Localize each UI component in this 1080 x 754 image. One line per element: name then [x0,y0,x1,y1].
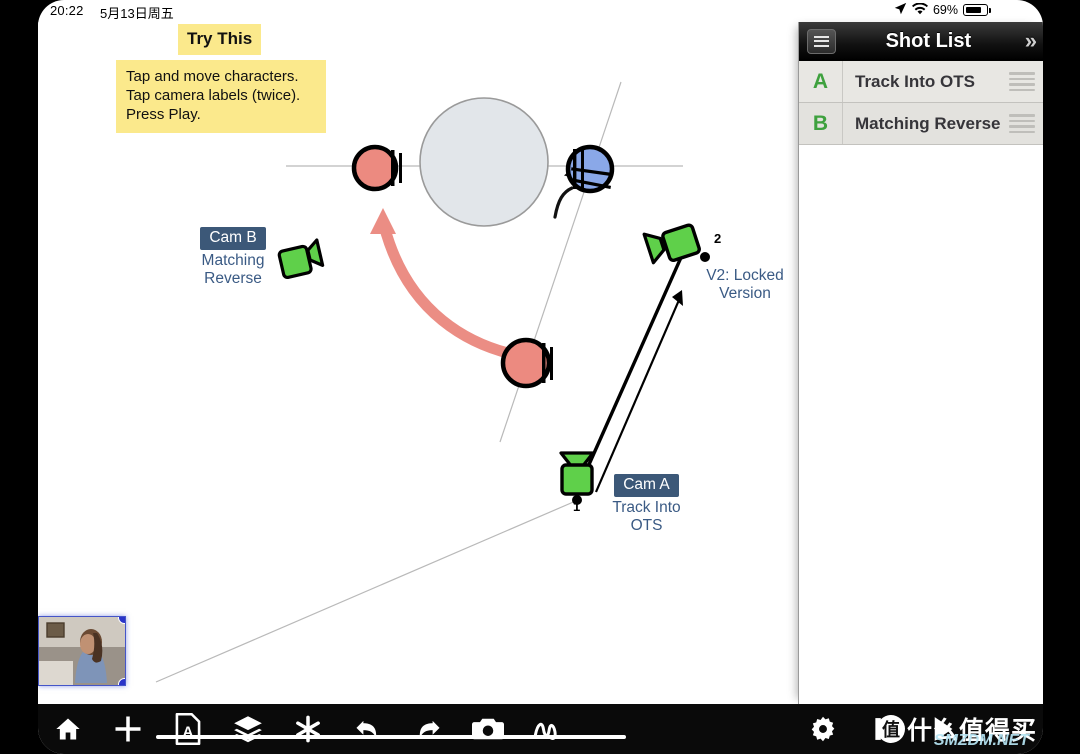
plus-icon[interactable] [98,704,158,754]
camera-dolly-path [577,243,689,488]
camera-b-icon [277,238,325,280]
svg-text:A: A [183,724,194,740]
storyboard-canvas[interactable]: Try This Tap and move characters. Tap ca… [38,22,798,704]
blue-character-rotate-arrow [553,186,574,219]
battery-icon [963,4,991,16]
table-circle [419,97,549,227]
status-bar-date: 5月13日周五 [100,6,174,21]
character-blue [565,144,615,194]
shot-title: Matching Reverse [855,113,1001,133]
undo-icon[interactable] [338,704,398,754]
text-document-icon[interactable]: A [158,704,218,754]
version-label[interactable]: V2: Locked Version [690,267,798,303]
shot-letter: A [812,69,829,93]
redo-icon[interactable] [398,704,458,754]
shot-list-row[interactable]: B Matching Reverse [799,103,1043,145]
shot-list-header: Shot List » [799,22,1043,61]
cam-b-label-group[interactable]: Cam B Matching Reverse [183,227,283,287]
camera-a-icon [559,451,595,505]
status-bar: 20:22 5月13日周五 69% [38,0,1043,22]
shot-title: Track Into OTS [855,71,975,91]
try-this-note-title[interactable]: Try This [178,24,262,55]
character-red-upper [351,144,402,192]
camera-position-2-dot [700,252,710,262]
frame-range: 1 2 [973,704,1043,754]
camera-position-2-icon [642,223,701,265]
gear-icon[interactable] [793,704,853,754]
camera-point-2-number: 2 [714,231,722,246]
frame-end-label: 2 [1019,721,1027,737]
guide-line-diagonal-lower [155,499,579,683]
location-arrow-icon [894,2,907,18]
camera-point-1-number: 1 [573,499,581,514]
cam-a-label-group[interactable]: Cam A Track Into OTS [594,474,699,534]
asterisk-icon[interactable] [278,704,338,754]
shot-list-row[interactable]: A Track Into OTS [799,61,1043,103]
shot-letter: B [812,111,829,135]
cam-b-chip[interactable]: Cam B [200,227,266,250]
thumbnail-resize-handle-bottom-right[interactable] [118,678,125,685]
frame-start-label: 1 [989,721,997,737]
shot-list-panel: Shot List » A Track Into OTS B Matching Rev… [798,22,1043,704]
bottom-toolbar: A 1 2 [38,704,1043,754]
shot-list-rows: A Track Into OTS B Matching Reverse [799,61,1043,145]
cam-a-chip[interactable]: Cam A [614,474,679,497]
pause-icon[interactable] [853,704,913,754]
character-move-arrowhead [370,208,396,234]
wifi-icon [911,2,928,18]
squiggle-icon[interactable] [518,704,578,754]
camera-dolly-direction-line [594,299,681,493]
screen: 20:22 5月13日周五 69% Try This Tap and move … [38,0,1043,754]
home-icon[interactable] [38,704,98,754]
try-this-note-body[interactable]: Tap and move characters. Tap camera labe… [116,60,326,133]
video-thumbnail[interactable] [38,616,126,686]
status-bar-time: 20:22 [50,3,84,18]
status-bar-indicators: 69% [894,2,991,18]
layers-icon[interactable] [218,704,278,754]
character-move-arrow [379,223,532,363]
shot-list-title: Shot List [885,29,972,52]
tablet-device: 20:22 5月13日周五 69% Try This Tap and move … [0,0,1080,754]
cam-a-subtitle[interactable]: Track Into OTS [594,499,699,535]
camera-icon[interactable] [458,704,518,754]
play-icon[interactable] [913,704,973,754]
cam-b-subtitle[interactable]: Matching Reverse [183,252,283,288]
character-red-lower [500,337,553,389]
double-chevron-right-icon[interactable]: » [1025,28,1037,54]
thumbnail-image [39,617,125,685]
battery-percent-label: 69% [932,3,958,17]
drag-handle-icon[interactable] [1009,114,1035,133]
drag-handle-icon[interactable] [1009,72,1035,91]
